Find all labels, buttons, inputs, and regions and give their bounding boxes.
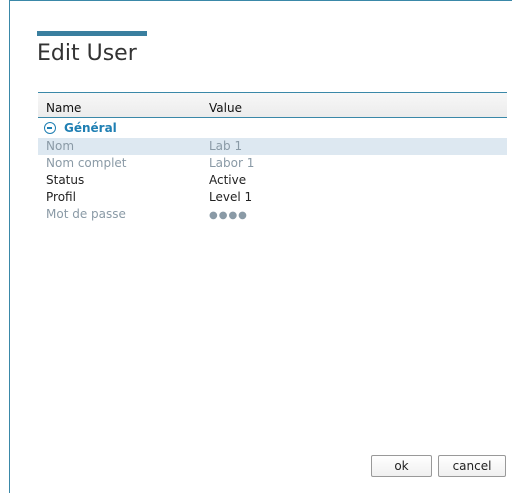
dialog-title: Edit User: [37, 41, 137, 66]
property-name: Nom complet: [46, 156, 127, 170]
ok-button[interactable]: ok: [371, 455, 432, 477]
property-name: Mot de passe: [46, 207, 126, 221]
property-row-mot-de-passe[interactable]: Mot de passe ●●●●: [38, 206, 507, 223]
password-value[interactable]: ●●●●: [209, 210, 248, 221]
group-label: Général: [64, 121, 117, 135]
collapse-icon[interactable]: [44, 122, 56, 134]
property-value[interactable]: Lab 1: [209, 139, 242, 153]
property-name: Nom: [46, 139, 75, 153]
edit-user-dialog: Edit User Name Value Général Nom Lab 1 N…: [9, 0, 512, 493]
property-row-nom[interactable]: Nom Lab 1: [38, 138, 507, 155]
property-grid: Name Value Général Nom Lab 1 Nom complet…: [38, 92, 507, 223]
property-row-profil[interactable]: Profil Level 1: [38, 189, 507, 206]
property-name: Status: [46, 173, 85, 187]
property-row-nom-complet[interactable]: Nom complet Labor 1: [38, 155, 507, 172]
cancel-button[interactable]: cancel: [438, 455, 506, 477]
property-value[interactable]: Labor 1: [209, 156, 254, 170]
title-accent-bar: [37, 31, 147, 36]
property-value[interactable]: Level 1: [209, 190, 252, 204]
property-name: Profil: [46, 190, 76, 204]
property-value[interactable]: Active: [209, 173, 246, 187]
column-header-value[interactable]: Value: [209, 101, 242, 115]
column-header-name[interactable]: Name: [46, 101, 81, 115]
group-general[interactable]: Général: [38, 118, 507, 138]
property-row-status[interactable]: Status Active: [38, 172, 507, 189]
grid-header: Name Value: [38, 93, 507, 118]
